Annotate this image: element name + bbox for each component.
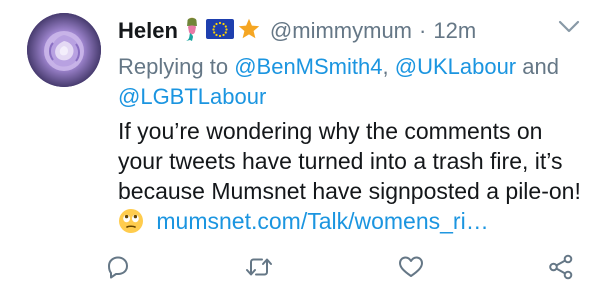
retweet-icon[interactable]: [244, 252, 274, 282]
face-with-rolling-eyes-icon: [118, 208, 144, 241]
tweet-text: If you’re wondering why the comments on …: [118, 116, 588, 241]
tweet[interactable]: Helen @mimmymum · 12m Replying to @BenMS…: [0, 0, 600, 301]
mention-link[interactable]: @BenMSmith4: [234, 54, 382, 79]
meta-separator: ·: [419, 18, 427, 43]
mermaid-icon: [181, 16, 203, 47]
avatar[interactable]: [27, 13, 101, 87]
mention-link[interactable]: @UKLabour: [395, 54, 516, 79]
tweet-timestamp[interactable]: 12m: [433, 18, 476, 44]
mention-and: and: [522, 54, 559, 79]
tweet-link[interactable]: mumsnet.com/Talk/womens_ri…: [156, 208, 488, 234]
mention-link[interactable]: @LGBTLabour: [118, 84, 266, 109]
tweet-actions: [0, 252, 600, 282]
like-icon[interactable]: [396, 252, 426, 282]
rose-avatar-image: [27, 13, 101, 87]
replying-prefix: Replying to: [118, 54, 229, 79]
eu-flag-icon: [205, 18, 234, 44]
star-icon: [237, 17, 261, 46]
tweet-body-text: If you’re wondering why the comments on …: [118, 118, 581, 204]
reply-icon[interactable]: [103, 252, 133, 282]
mention-separator: ,: [382, 54, 389, 79]
author-handle[interactable]: @mimmymum: [270, 18, 412, 44]
chevron-down-icon[interactable]: [557, 18, 581, 36]
author-name[interactable]: Helen: [118, 18, 178, 44]
share-icon[interactable]: [546, 252, 576, 282]
replying-to: Replying to @BenMSmith4, @UKLabour and @…: [118, 52, 578, 112]
tweet-header: Helen @mimmymum · 12m: [118, 14, 476, 48]
